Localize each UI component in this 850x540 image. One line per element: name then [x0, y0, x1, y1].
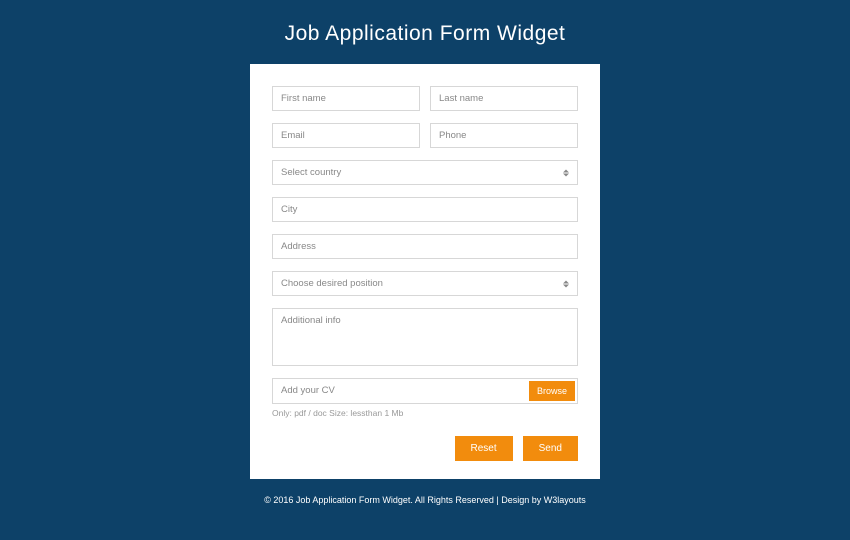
- position-select[interactable]: Choose desired position: [272, 271, 578, 296]
- form-card: First name Last name Email Phone Select …: [250, 64, 600, 479]
- reset-button[interactable]: Reset: [455, 436, 513, 461]
- first-name-field[interactable]: First name: [272, 86, 420, 111]
- additional-info-textarea[interactable]: Additional info: [272, 308, 578, 366]
- page-title: Job Application Form Widget: [285, 22, 566, 46]
- sort-icon: [563, 169, 569, 176]
- last-name-field[interactable]: Last name: [430, 86, 578, 111]
- country-select-label: Select country: [281, 167, 341, 178]
- phone-field[interactable]: Phone: [430, 123, 578, 148]
- country-select[interactable]: Select country: [272, 160, 578, 185]
- position-select-label: Choose desired position: [281, 278, 383, 289]
- send-button[interactable]: Send: [523, 436, 578, 461]
- address-field[interactable]: Address: [272, 234, 578, 259]
- browse-button[interactable]: Browse: [529, 381, 575, 401]
- sort-icon: [563, 280, 569, 287]
- cv-upload-row: Add your CV Browse: [272, 378, 578, 404]
- footer-text: © 2016 Job Application Form Widget. All …: [264, 495, 586, 505]
- email-field[interactable]: Email: [272, 123, 420, 148]
- cv-upload-label: Add your CV: [273, 379, 527, 403]
- city-field[interactable]: City: [272, 197, 578, 222]
- cv-hint: Only: pdf / doc Size: lessthan 1 Mb: [272, 408, 578, 418]
